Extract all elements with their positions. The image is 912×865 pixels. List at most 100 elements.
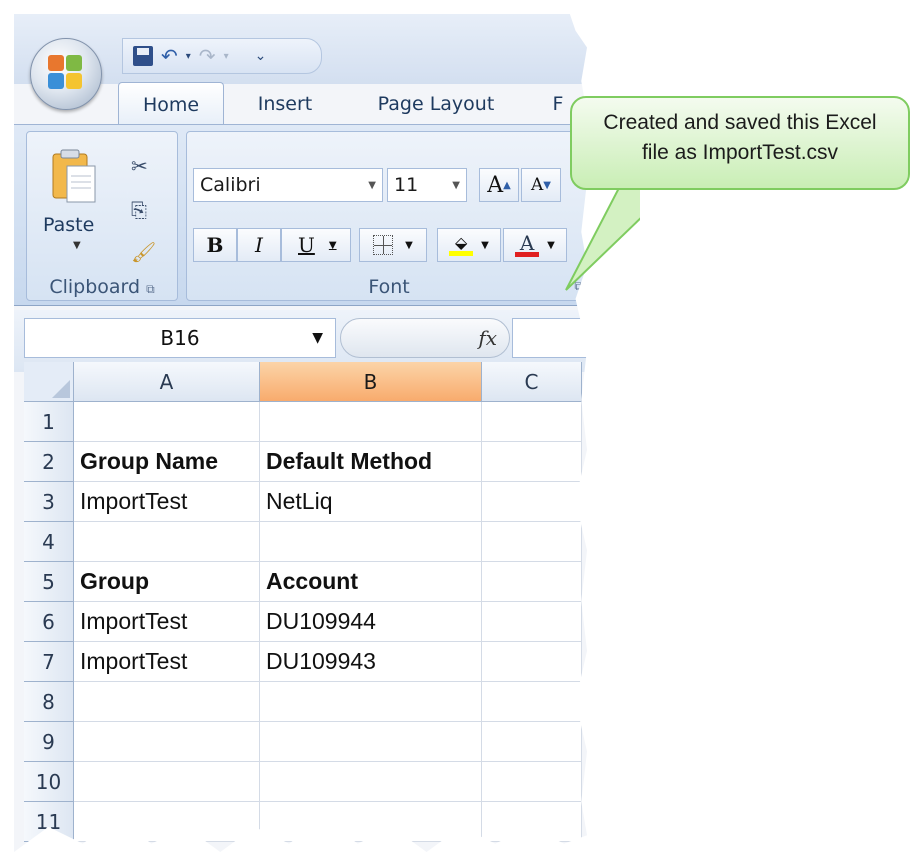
cell-c10[interactable] [482,762,582,802]
name-box[interactable]: B16 ▼ [24,318,336,358]
redo-dropdown-icon[interactable]: ▾ [224,51,229,62]
tab-formulas-partial[interactable]: F [548,82,568,126]
cell-a3[interactable]: ImportTest [74,482,260,522]
fill-color-icon: ⬙ [449,234,474,256]
font-size-combo[interactable]: 11 ▼ [387,168,467,202]
row-header-8[interactable]: 8 [24,682,74,722]
chevron-down-icon: ▼ [368,179,376,191]
row-header-7[interactable]: 7 [24,642,74,682]
cell-a7[interactable]: ImportTest [74,642,260,682]
cell-a2[interactable]: Group Name [74,442,260,482]
cell-c3[interactable] [482,482,582,522]
paste-icon[interactable] [51,148,97,204]
cell-a8[interactable] [74,682,260,722]
shrink-font-button[interactable]: A ▼ [521,168,561,202]
cell-b1[interactable] [260,402,482,442]
row-header-9[interactable]: 9 [24,722,74,762]
office-logo-icon [48,55,84,91]
cut-icon[interactable]: ✂ [131,154,148,178]
cell-c6[interactable] [482,602,582,642]
cell-b6[interactable]: DU109944 [260,602,482,642]
cell-a9[interactable] [74,722,260,762]
grow-font-button[interactable]: A ▲ [479,168,519,202]
cell-c1[interactable] [482,402,582,442]
cell-c2[interactable] [482,442,582,482]
callout-line-1: Created and saved this Excel [603,111,877,134]
underline-button[interactable]: U ▼ [281,228,351,262]
name-box-value: B16 [160,326,200,350]
font-color-button[interactable]: A ▼ [503,228,567,262]
cell-c4[interactable] [482,522,582,562]
callout-tail [565,186,640,291]
cell-a1[interactable] [74,402,260,442]
excel-window: ↶ ▾ ↷ ▾ ⌄ Home Insert Page Layout F Past… [14,14,587,852]
chevron-down-icon: ▼ [452,179,460,191]
undo-dropdown-icon[interactable]: ▾ [186,51,191,62]
quick-access-toolbar: ↶ ▾ ↷ ▾ ⌄ [122,38,322,74]
ribbon: Paste ▼ ✂ ⎘ 🖌 Clipboard ⧉ Calibri ▼ 11 ▼ A ▲… [14,124,587,306]
redo-icon[interactable]: ↷ [199,44,216,68]
row-header-3[interactable]: 3 [24,482,74,522]
save-icon[interactable] [133,46,153,66]
paste-button[interactable]: Paste [43,214,94,236]
cell-b10[interactable] [260,762,482,802]
column-header-c[interactable]: C [482,362,582,402]
insert-function-button[interactable]: fx [340,318,510,358]
row-header-4[interactable]: 4 [24,522,74,562]
cell-b9[interactable] [260,722,482,762]
cell-c9[interactable] [482,722,582,762]
cell-b5[interactable]: Account [260,562,482,602]
cell-b11[interactable] [260,802,482,842]
fill-color-button[interactable]: ⬙ ▼ [437,228,501,262]
clipboard-group-label: Clipboard ⧉ [27,276,177,298]
font-color-icon: A [515,233,540,257]
italic-button[interactable]: I [237,228,281,262]
row-header-5[interactable]: 5 [24,562,74,602]
tab-home[interactable]: Home [118,82,224,127]
cell-b7[interactable]: DU109943 [260,642,482,682]
chevron-down-icon: ▼ [312,330,323,346]
tab-page-layout[interactable]: Page Layout [358,82,514,126]
cell-b4[interactable] [260,522,482,562]
row-header-6[interactable]: 6 [24,602,74,642]
paste-dropdown-icon[interactable]: ▼ [73,240,81,251]
undo-icon[interactable]: ↶ [161,44,178,68]
cell-b3[interactable]: NetLiq [260,482,482,522]
cell-a5[interactable]: Group [74,562,260,602]
borders-button[interactable]: ▼ [359,228,427,262]
row-header-10[interactable]: 10 [24,762,74,802]
select-all-button[interactable] [24,362,74,402]
underline-label: U [298,233,315,257]
tab-insert[interactable]: Insert [240,82,330,126]
column-header-a[interactable]: A [74,362,260,402]
chevron-down-icon: ▼ [405,239,413,251]
customize-qat-icon[interactable]: ⌄ [255,48,267,64]
cell-a10[interactable] [74,762,260,802]
cell-a6[interactable]: ImportTest [74,602,260,642]
cell-c5[interactable] [482,562,582,602]
chevron-down-icon: ▼ [547,239,555,251]
copy-icon[interactable]: ⎘ [131,198,147,222]
row-header-1[interactable]: 1 [24,402,74,442]
clipboard-launcher-icon[interactable]: ⧉ [146,282,155,296]
cell-a4[interactable] [74,522,260,562]
clipboard-label-text: Clipboard [49,276,141,298]
cell-a11[interactable] [74,802,260,842]
cell-c11[interactable] [482,802,582,842]
clipboard-group: Paste ▼ ✂ ⎘ 🖌 Clipboard ⧉ [26,131,178,301]
font-group: Calibri ▼ 11 ▼ A ▲ A ▼ B I U ▼ ▼ ⬙ ▼ A ▼ Font ⧉ [186,131,587,301]
row-header-2[interactable]: 2 [24,442,74,482]
cell-c8[interactable] [482,682,582,722]
format-painter-icon[interactable]: 🖌 [131,240,156,264]
cell-b8[interactable] [260,682,482,722]
font-name-combo[interactable]: Calibri ▼ [193,168,383,202]
column-header-b[interactable]: B [260,362,482,402]
bold-button[interactable]: B [193,228,237,262]
row-header-11[interactable]: 11 [24,802,74,842]
font-group-label: Font [368,276,410,298]
office-button[interactable] [30,38,102,110]
callout-line-2: file as ImportTest.csv [641,141,839,164]
cell-b2[interactable]: Default Method [260,442,482,482]
formula-input[interactable] [512,318,587,358]
cell-c7[interactable] [482,642,582,682]
